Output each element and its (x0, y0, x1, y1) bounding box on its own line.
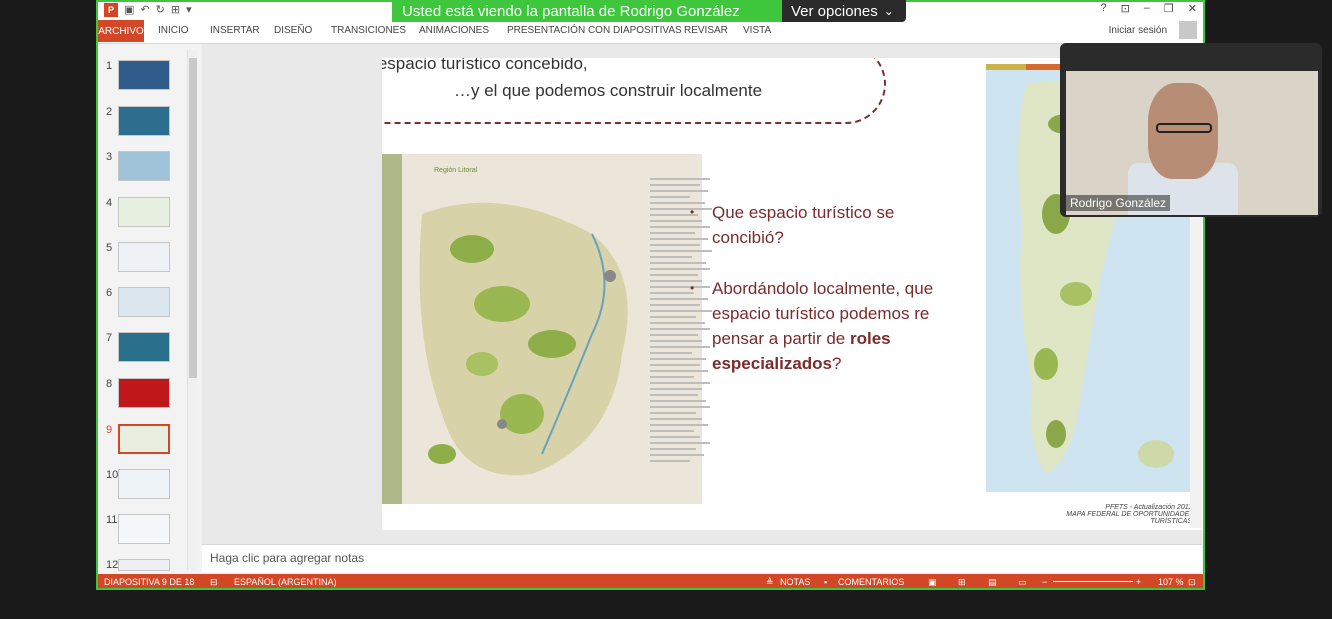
map-legend (650, 178, 720, 498)
customize-icon[interactable]: ▾ (186, 3, 192, 17)
slide-thumbnail-6[interactable] (118, 287, 170, 317)
bullet-item: • Abordándolo localmente, que espacio tu… (690, 276, 942, 376)
bullet-list[interactable]: • Que espacio turístico se concibió? • A… (690, 200, 942, 376)
thumb-number: 1 (106, 60, 113, 72)
slide-counter: DIAPOSITIVA 9 DE 18 (104, 577, 195, 587)
tab-presentacion[interactable]: PRESENTACIÓN CON DIAPOSITIVAS (507, 25, 682, 36)
tab-animaciones[interactable]: ANIMACIONES (419, 25, 489, 36)
slide-thumbnails-pane: 1 2 3 4 5 6 7 8 9 10 11 12 (98, 44, 200, 574)
spellcheck-icon[interactable]: ⊟ (210, 577, 218, 588)
sign-in-link[interactable]: Iniciar sesión (1109, 25, 1167, 36)
thumb-number: 12 (106, 559, 119, 571)
undo-icon[interactable]: ↶ (140, 3, 149, 17)
ribbon-tabs: ARCHIVO INICIO INSERTAR DISEÑO TRANSICIO… (98, 20, 1203, 44)
bullet-dot: • (690, 281, 695, 295)
notes-placeholder[interactable]: Haga clic para agregar notas (210, 551, 364, 565)
slideshow-view-icon[interactable]: ▭ (1018, 577, 1027, 588)
slideshow-icon[interactable]: ⊞ (171, 3, 180, 17)
thumb-number: 4 (106, 197, 113, 209)
notes-button[interactable]: NOTAS (780, 577, 810, 587)
language-status[interactable]: ESPAÑOL (ARGENTINA) (234, 577, 337, 587)
view-options-button[interactable]: Ver opciones ⌄ (782, 0, 906, 22)
window-controls: ? ⊡ – ❐ ✕ (1100, 2, 1197, 15)
tab-diseno[interactable]: DISEÑO (274, 25, 312, 36)
avatar[interactable] (1179, 21, 1197, 39)
zoom-level[interactable]: 107 % (1158, 577, 1184, 587)
slide-editor: El espacio turístico concebido, …y el qu… (202, 44, 1203, 544)
person-glasses (1156, 123, 1212, 133)
chevron-down-icon: ⌄ (883, 4, 894, 18)
reading-view-icon[interactable]: ▤ (988, 577, 997, 588)
status-bar: DIAPOSITIVA 9 DE 18 ⊟ ESPAÑOL (ARGENTINA… (98, 574, 1203, 588)
video-frame (1066, 71, 1318, 215)
thumb-number: 6 (106, 287, 113, 299)
comments-icon[interactable]: ▪ (824, 577, 827, 587)
zoom-out-icon[interactable]: − (1042, 577, 1047, 587)
fit-slide-icon[interactable]: ⊡ (1188, 577, 1196, 588)
slide-title-line2[interactable]: …y el que podemos construir localmente (454, 81, 762, 101)
notes-icon[interactable]: ≜ (766, 577, 774, 588)
bullet-question-mark: ? (832, 354, 842, 373)
participant-name: Rodrigo González (1066, 195, 1171, 211)
slide-thumbnail-8[interactable] (118, 378, 170, 408)
screen-share-banner: Usted está viendo la pantalla de Rodrigo… (392, 0, 782, 22)
restore-icon[interactable]: ❐ (1164, 2, 1174, 15)
quick-access-toolbar: P ▣ ↶ ↻ ⊞ ▾ (104, 3, 192, 17)
bullet-text-1: Que espacio turístico se concibió? (712, 203, 895, 247)
tab-revisar[interactable]: REVISAR (684, 25, 728, 36)
tab-inicio[interactable]: INICIO (158, 25, 189, 36)
tab-archivo[interactable]: ARCHIVO (98, 20, 144, 42)
slide-thumbnail-11[interactable] (118, 514, 170, 544)
thumb-number: 3 (106, 151, 113, 163)
title-frame: El espacio turístico concebido, …y el qu… (382, 58, 886, 124)
slide-thumbnail-5[interactable] (118, 242, 170, 272)
tab-transiciones[interactable]: TRANSICIONES (331, 25, 406, 36)
map-caption: PFETS - Actualización 2011. MAPA FEDERAL… (1022, 504, 1194, 525)
scrollbar-thumb[interactable] (189, 58, 197, 378)
help-icon[interactable]: ? (1100, 2, 1106, 15)
comments-button[interactable]: COMENTARIOS (838, 577, 904, 587)
thumb-number: 11 (106, 514, 118, 526)
slide-thumbnail-7[interactable] (118, 332, 170, 362)
slide-thumbnail-3[interactable] (118, 151, 170, 181)
participant-video[interactable]: Rodrigo González (1060, 43, 1322, 217)
map-region-label: Región Litoral (434, 167, 478, 174)
slide-thumbnail-12[interactable] (118, 559, 170, 571)
normal-view-icon[interactable]: ▣ (928, 577, 937, 588)
thumbnails-scrollbar[interactable] (187, 50, 197, 570)
view-options-label: Ver opciones (791, 2, 878, 20)
zoom-slider[interactable] (1053, 581, 1133, 582)
bullet-text-2: Abordándolo localmente, que espacio turí… (712, 279, 934, 348)
tab-vista[interactable]: VISTA (743, 25, 771, 36)
slide-thumbnail-2[interactable] (118, 106, 170, 136)
thumb-number: 2 (106, 106, 113, 118)
slide-thumbnail-9[interactable] (118, 424, 170, 454)
powerpoint-window: P ▣ ↶ ↻ ⊞ ▾ ? ⊡ – ❐ ✕ ARCHIVO INICIO INS… (96, 0, 1205, 590)
map-caption-line1: PFETS - Actualización 2011. (1105, 504, 1194, 511)
powerpoint-icon: P (104, 3, 118, 17)
bullet-item: • Que espacio turístico se concibió? (690, 200, 942, 250)
notes-pane[interactable]: Haga clic para agregar notas (202, 544, 1202, 572)
ribbon-display-icon[interactable]: ⊡ (1121, 2, 1130, 15)
save-icon[interactable]: ▣ (124, 3, 134, 17)
slide-thumbnail-4[interactable] (118, 197, 170, 227)
close-icon[interactable]: ✕ (1188, 2, 1197, 15)
map-caption-line2: MAPA FEDERAL DE OPORTUNIDADES TURÍSTICAS… (1066, 511, 1194, 525)
slide-sorter-icon[interactable]: ⊞ (958, 577, 966, 588)
thumb-number: 5 (106, 242, 113, 254)
thumb-number: 8 (106, 378, 113, 390)
zoom-in-icon[interactable]: + (1136, 577, 1141, 587)
slide-thumbnail-10[interactable] (118, 469, 170, 499)
thumb-number: 9 (106, 424, 113, 436)
thumb-number: 10 (106, 469, 119, 481)
bullet-dot: • (690, 205, 695, 219)
thumb-number: 7 (106, 332, 113, 344)
tab-insertar[interactable]: INSERTAR (210, 25, 260, 36)
redo-icon[interactable]: ↻ (156, 3, 165, 17)
slide-thumbnail-1[interactable] (118, 60, 170, 90)
minimize-icon[interactable]: – (1144, 2, 1150, 15)
slide-title-line1[interactable]: El espacio turístico concebido, (382, 58, 588, 74)
